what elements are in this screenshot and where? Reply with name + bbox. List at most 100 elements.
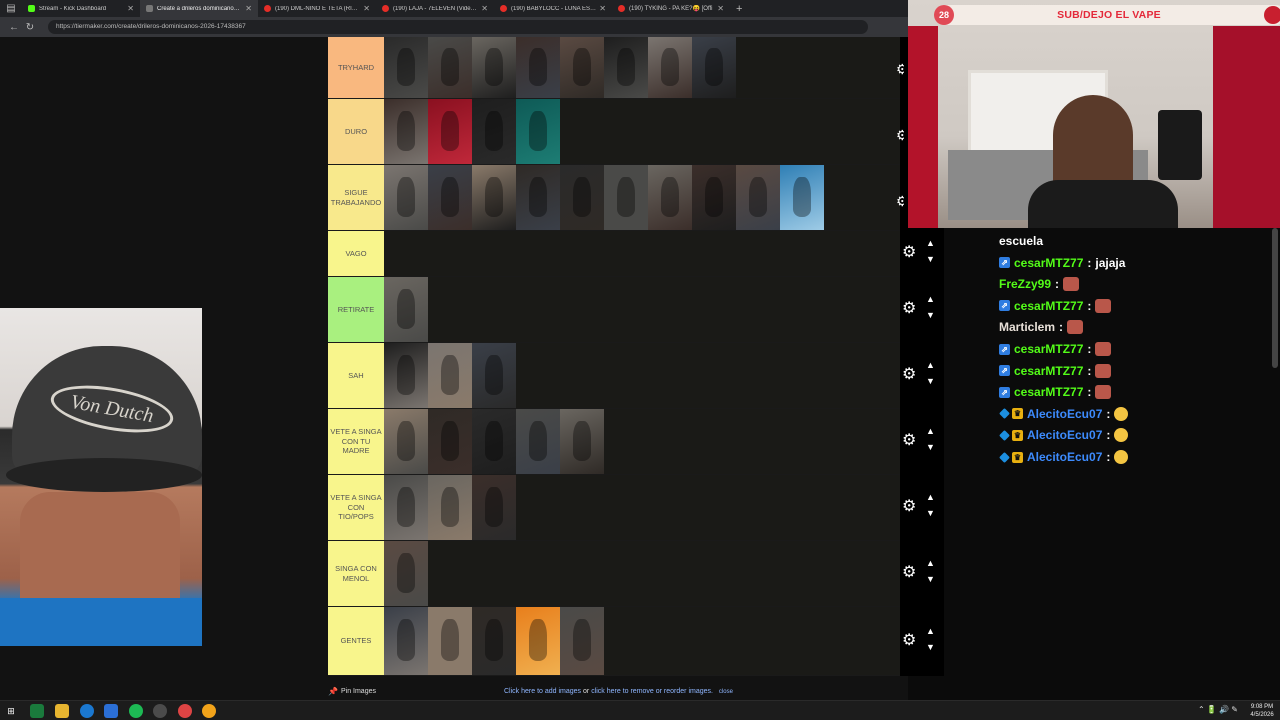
tier-label[interactable]: TRYHARD [328,37,384,98]
start-icon[interactable]: ⊞ [4,704,18,718]
tier-item-image[interactable] [384,475,428,540]
file-explorer-icon[interactable] [55,704,69,718]
move-down-icon[interactable]: ▼ [926,311,935,320]
gear-icon[interactable]: ⚙ [902,245,916,261]
tier-item-image[interactable] [384,343,428,408]
close-tab-icon[interactable]: ✕ [363,4,370,13]
tier-label[interactable]: VAGO [328,231,384,276]
tier-item-image[interactable] [692,37,736,98]
tier-label[interactable]: VETE A SINGA CON TIO/POPS [328,475,384,540]
tier-label[interactable]: DURO [328,99,384,164]
store-icon[interactable] [104,704,118,718]
browser-tab[interactable]: (190) BABYLOCC - LUNA ES LUNA ✕ [494,0,612,17]
chat-scrollbar[interactable] [1272,228,1278,368]
tier-item-image[interactable] [428,37,472,98]
tier-label[interactable]: RETIRATE [328,277,384,342]
move-up-icon[interactable]: ▲ [926,239,935,248]
move-up-icon[interactable]: ▲ [926,493,935,502]
tier-label[interactable]: gentes [328,607,384,675]
tier-item-image[interactable] [516,607,560,675]
tier-item-image[interactable] [516,37,560,98]
gear-icon[interactable]: ⚙ [896,61,904,77]
close-tab-icon[interactable]: ✕ [127,4,134,13]
chat-username[interactable]: cesarMTZ77 [1014,364,1083,378]
tier-item-image[interactable] [516,409,560,474]
browser-tab[interactable]: (190) DML-NIÑO E TETA (RIP FLA ✕ [258,0,376,17]
move-up-icon[interactable]: ▲ [926,295,935,304]
tier-item-image[interactable] [604,165,648,230]
move-down-icon[interactable]: ▼ [926,642,935,652]
window-menu-icon[interactable]: ▤ [4,2,18,16]
app-icon-orange[interactable] [202,704,216,718]
tier-label[interactable]: SIGUE TRABAJANDO [328,165,384,230]
move-up-icon[interactable]: ▲ [926,559,935,568]
chat-username[interactable]: AlecitoEcu07 [1027,450,1102,464]
tier-item-image[interactable] [428,475,472,540]
gear-icon[interactable]: ⚙ [902,565,916,581]
pin-images-label[interactable]: Pin Images [341,688,376,695]
chrome-icon[interactable] [178,704,192,718]
tier-item-image[interactable] [472,165,516,230]
close-tab-icon[interactable]: ✕ [481,4,488,13]
chat-username[interactable]: AlecitoEcu07 [1027,407,1102,421]
clock[interactable]: 9:08 PM 4/5/2026 [1248,703,1276,719]
gear-icon[interactable]: ⚙ [902,632,916,649]
tier-item-image[interactable] [472,607,516,675]
move-down-icon[interactable]: ▼ [926,509,935,518]
edge-icon[interactable] [80,704,94,718]
tier-item-image[interactable] [428,343,472,408]
tier-item-image[interactable] [428,165,472,230]
gear-icon[interactable]: ⚙ [902,499,916,515]
tier-item-image[interactable] [384,277,428,342]
system-tray-icons[interactable]: ⌃ 🔋 🔊 ✎ [1198,705,1238,714]
tier-item-image[interactable] [516,99,560,164]
browser-tab[interactable]: Create a drileros dominicanos 20 ✕ [140,0,258,17]
tier-label[interactable]: SAH [328,343,384,408]
move-up-icon[interactable]: ▲ [926,361,935,370]
chat-username[interactable]: cesarMTZ77 [1014,299,1083,313]
tier-item-image[interactable] [384,541,428,606]
tier-item-image[interactable] [384,607,428,675]
back-icon[interactable]: ← [6,22,22,33]
tier-item-image[interactable] [384,409,428,474]
tier-item-image[interactable] [560,37,604,98]
obs-icon[interactable] [153,704,167,718]
tier-item-image[interactable] [780,165,824,230]
gear-icon[interactable]: ⚙ [896,127,904,143]
close-tab-icon[interactable]: ✕ [245,4,252,13]
move-down-icon[interactable]: ▼ [926,443,935,452]
gear-icon[interactable]: ⚙ [896,193,904,209]
tier-item-image[interactable] [560,607,604,675]
browser-tab[interactable]: (190) LAJA - 7ELEVEN (Video Ofic ✕ [376,0,494,17]
browser-tab[interactable]: Stream - Kick Dashboard ✕ [22,0,140,17]
tier-item-image[interactable] [472,99,516,164]
browser-tab[interactable]: (190) TYKING - PA KE?😝 [Offi ✕ [612,0,730,17]
tier-label[interactable]: VETE A SINGA CON TU MADRE [328,409,384,474]
close-tab-icon[interactable]: ✕ [717,4,724,13]
tier-item-image[interactable] [384,99,428,164]
reload-icon[interactable]: ↻ [22,22,38,33]
pin-icon[interactable]: 📌 [328,687,338,696]
move-up-icon[interactable]: ▲ [926,626,935,636]
tier-item-image[interactable] [472,475,516,540]
tier-item-image[interactable] [560,409,604,474]
tier-label[interactable]: SINGA CON MENOL [328,541,384,606]
move-up-icon[interactable]: ▲ [926,427,935,436]
chat-username[interactable]: cesarMTZ77 [1014,385,1083,399]
tier-item-image[interactable] [384,37,428,98]
tier-item-image[interactable] [736,165,780,230]
url-field[interactable]: https://tiermaker.com/create/drileros-do… [48,20,868,34]
close-link[interactable]: close [719,689,733,695]
chat-username[interactable]: Marticlem [999,320,1055,334]
chat-username[interactable]: FreZzy99 [999,277,1051,291]
move-down-icon[interactable]: ▼ [926,575,935,584]
tier-item-image[interactable] [604,37,648,98]
gear-icon[interactable]: ⚙ [902,301,916,317]
tier-item-image[interactable] [428,409,472,474]
close-tab-icon[interactable]: ✕ [599,4,606,13]
add-images-link[interactable]: Click here to add images [504,688,581,695]
tier-item-image[interactable] [560,165,604,230]
tier-item-image[interactable] [428,99,472,164]
tier-item-image[interactable] [648,165,692,230]
tier-item-image[interactable] [472,37,516,98]
